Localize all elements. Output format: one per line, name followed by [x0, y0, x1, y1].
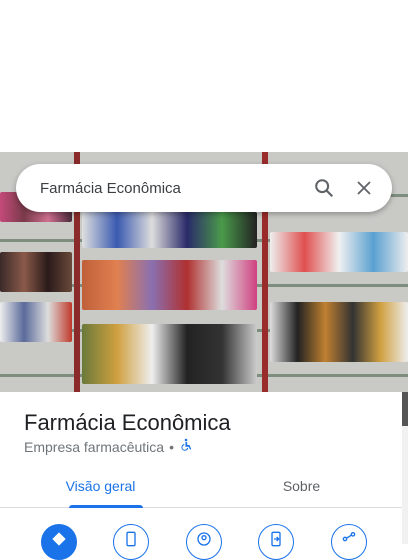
tab-bar: Visão geral Sobre — [0, 470, 402, 508]
directions-icon — [52, 532, 66, 546]
separator: • — [169, 438, 174, 455]
search-icon[interactable] — [304, 168, 344, 208]
product-row — [82, 260, 257, 310]
call-button[interactable] — [113, 524, 149, 560]
wheelchair-icon — [179, 438, 193, 455]
product-row — [0, 252, 72, 292]
place-name: Farmácia Econômica — [24, 410, 231, 435]
share-button[interactable] — [331, 524, 367, 560]
directions-button[interactable] — [41, 524, 77, 560]
tab-about[interactable]: Sobre — [201, 470, 402, 507]
nearby-icon — [197, 532, 211, 546]
place-category: Empresa farmacêutica — [24, 438, 165, 455]
phone-icon — [126, 531, 136, 547]
send-to-phone-button[interactable] — [258, 524, 294, 560]
product-row — [0, 302, 72, 342]
product-row — [82, 324, 257, 384]
scrollbar-thumb[interactable] — [402, 392, 408, 426]
product-row — [82, 212, 257, 248]
share-icon — [342, 532, 356, 542]
product-row — [270, 232, 408, 272]
send-to-phone-icon — [271, 531, 281, 547]
search-bar[interactable]: Farmácia Econômica — [16, 164, 392, 212]
nearby-button[interactable] — [186, 524, 222, 560]
scrollbar[interactable] — [402, 392, 408, 544]
tab-overview[interactable]: Visão geral — [0, 470, 201, 508]
place-subtitle: Empresa farmacêutica • — [24, 438, 193, 455]
product-row — [270, 302, 408, 362]
search-input[interactable]: Farmácia Econômica — [40, 180, 304, 197]
close-icon[interactable] — [344, 168, 384, 208]
